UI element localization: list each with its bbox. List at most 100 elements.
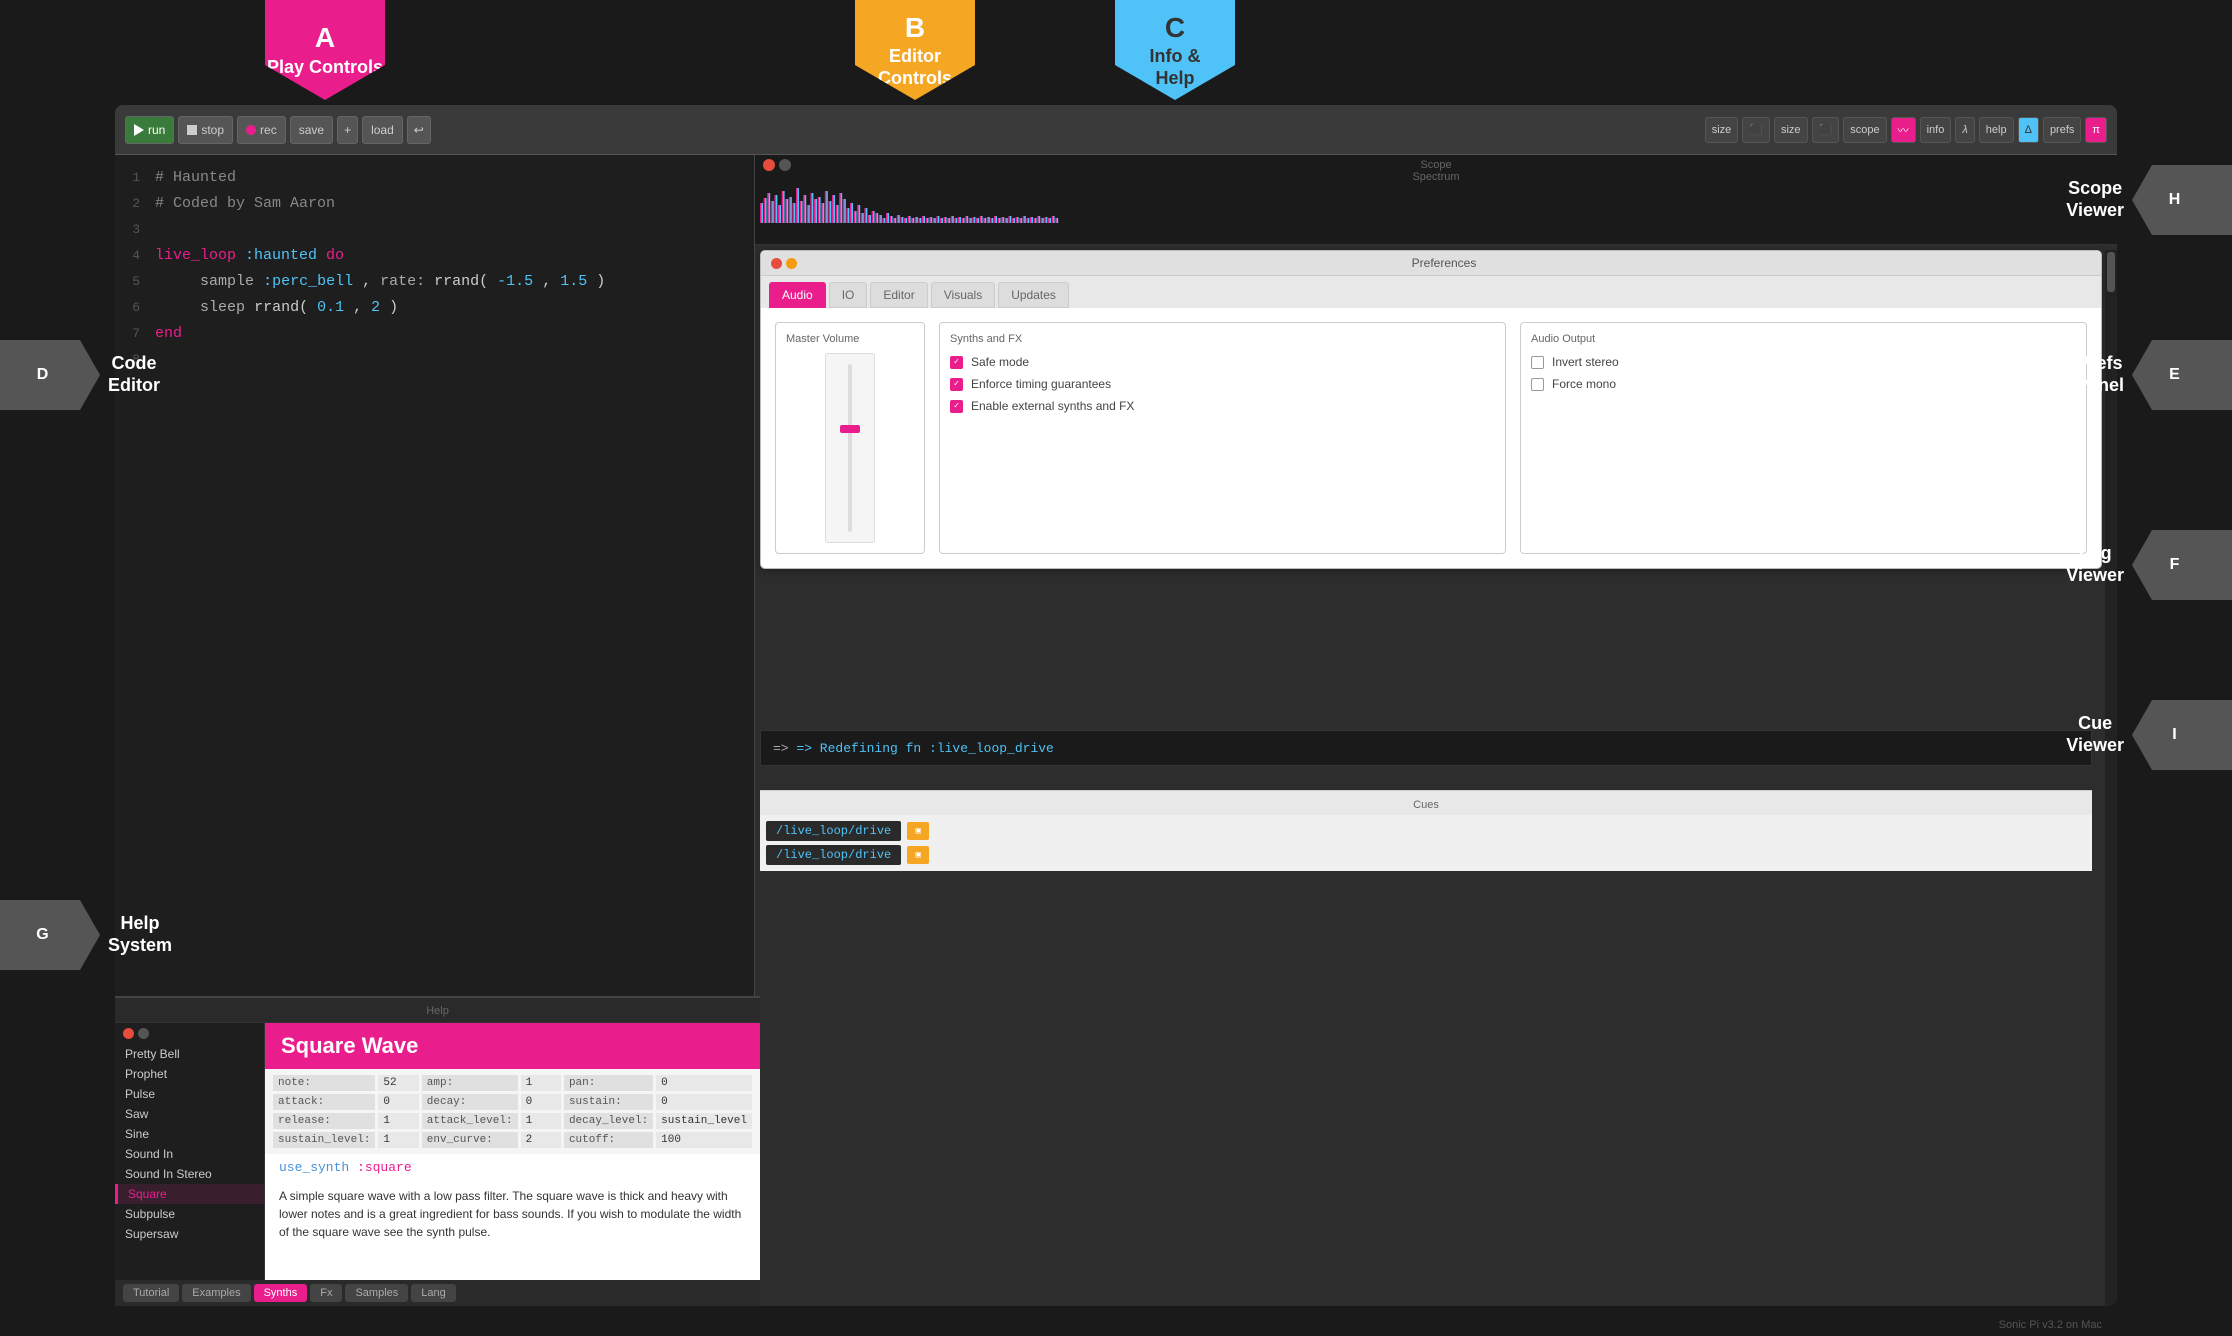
close-circle-gray[interactable] bbox=[779, 159, 791, 171]
scope-close-buttons bbox=[763, 159, 791, 171]
param-pan-val: 0 bbox=[656, 1075, 752, 1091]
prefs-tab-editor[interactable]: Editor bbox=[870, 282, 927, 308]
close-circle-red[interactable] bbox=[763, 159, 775, 171]
size-btn-left[interactable]: size bbox=[1705, 117, 1739, 143]
code-line-5: 5 sample :perc_bell , rate: rrand( -1.5 … bbox=[115, 269, 754, 295]
help-item-pulse[interactable]: Pulse bbox=[115, 1084, 264, 1104]
prefs-tab-io[interactable]: IO bbox=[829, 282, 868, 308]
safe-mode-label: Safe mode bbox=[971, 355, 1029, 369]
help-item-square[interactable]: Square bbox=[115, 1184, 264, 1204]
timing-label: Enforce timing guarantees bbox=[971, 377, 1111, 391]
help-close-gray[interactable] bbox=[138, 1028, 149, 1039]
force-mono-checkbox[interactable] bbox=[1531, 378, 1544, 391]
volume-slider[interactable] bbox=[825, 353, 875, 543]
help-item-subpulse[interactable]: Subpulse bbox=[115, 1204, 264, 1224]
param-cutoff-key: cutoff: bbox=[564, 1132, 653, 1148]
code-line-7: 7 end bbox=[115, 321, 754, 347]
scope-label: Scope bbox=[755, 155, 2117, 171]
param-amp-val: 1 bbox=[521, 1075, 561, 1091]
prefs-close-button[interactable] bbox=[771, 258, 782, 269]
external-synths-pref: ✓ Enable external synths and FX bbox=[950, 399, 1495, 413]
param-attack-key: attack: bbox=[273, 1094, 375, 1110]
rec-button[interactable]: rec bbox=[237, 116, 286, 144]
help-item-supersaw[interactable]: Supersaw bbox=[115, 1224, 264, 1244]
help-bottom-tabs: Tutorial Examples Synths Fx Samples Lang bbox=[115, 1280, 760, 1306]
info-button[interactable]: info bbox=[1920, 117, 1952, 143]
param-note-key: note: bbox=[273, 1075, 375, 1091]
info-help-arrow: C Info &Help bbox=[1115, 0, 1235, 100]
cue-icon-1: ▣ bbox=[907, 822, 929, 840]
scrollbar-thumb bbox=[2107, 252, 2115, 292]
scope-button[interactable]: scope bbox=[1843, 117, 1886, 143]
help-list-controls bbox=[115, 1023, 264, 1044]
preferences-panel: Preferences Audio IO Editor Visuals Upda… bbox=[760, 250, 2102, 569]
tab-synths[interactable]: Synths bbox=[254, 1284, 308, 1302]
help-main: Square Wave note: 52 amp: 1 pan: 0 attac… bbox=[265, 1023, 760, 1280]
volume-thumb[interactable] bbox=[840, 425, 860, 433]
help-item-prophet[interactable]: Prophet bbox=[115, 1064, 264, 1084]
scope-viewer-panel: Scope Spectrum bbox=[755, 155, 2117, 245]
param-attack-level-key: attack_level: bbox=[422, 1113, 518, 1129]
prefs-tab-updates[interactable]: Updates bbox=[998, 282, 1069, 308]
external-synths-checkbox[interactable]: ✓ bbox=[950, 400, 963, 413]
help-close-red[interactable] bbox=[123, 1028, 134, 1039]
tab-fx[interactable]: Fx bbox=[310, 1284, 342, 1302]
stop-button[interactable]: stop bbox=[178, 116, 233, 144]
cue-viewer-arrow: I CueViewer bbox=[2066, 700, 2232, 770]
help-item-saw[interactable]: Saw bbox=[115, 1104, 264, 1124]
cue-label-1: /live_loop/drive bbox=[766, 821, 901, 841]
param-release-key: release: bbox=[273, 1113, 375, 1129]
tab-samples[interactable]: Samples bbox=[345, 1284, 408, 1302]
use-synth-line: use_synth :square bbox=[265, 1154, 760, 1181]
help-item-sound-in[interactable]: Sound In bbox=[115, 1144, 264, 1164]
scope-viewer-arrow: H ScopeViewer bbox=[2066, 165, 2232, 235]
prefs-title-bar: Preferences bbox=[761, 251, 2101, 276]
tab-lang[interactable]: Lang bbox=[411, 1284, 455, 1302]
help-button[interactable]: help bbox=[1979, 117, 2014, 143]
param-env-curve-val: 2 bbox=[521, 1132, 561, 1148]
load-alt-button[interactable]: ↩ bbox=[407, 116, 431, 144]
log-viewer-arrow: F LogViewer bbox=[2066, 530, 2232, 600]
help-system-arrow: G HelpSystem bbox=[0, 900, 172, 970]
safe-mode-checkbox[interactable]: ✓ bbox=[950, 356, 963, 369]
help-item-sound-in-stereo[interactable]: Sound In Stereo bbox=[115, 1164, 264, 1184]
save-button[interactable]: save bbox=[290, 116, 333, 144]
run-button[interactable]: run bbox=[125, 116, 174, 144]
invert-stereo-checkbox[interactable] bbox=[1531, 356, 1544, 369]
prefs-tab-visuals[interactable]: Visuals bbox=[931, 282, 995, 308]
prefs-button[interactable]: prefs bbox=[2043, 117, 2081, 143]
synth-title: Square Wave bbox=[265, 1023, 760, 1069]
size-btn-right[interactable]: size bbox=[1774, 117, 1808, 143]
prefs-minimize-button[interactable] bbox=[786, 258, 797, 269]
prefs-pi-button[interactable]: π bbox=[2085, 117, 2107, 143]
external-synths-label: Enable external synths and FX bbox=[971, 399, 1134, 413]
size-icon-left[interactable]: ⬛ bbox=[1742, 117, 1770, 143]
invert-stereo-pref: Invert stereo bbox=[1531, 355, 2076, 369]
size-icon-right[interactable]: ⬛ bbox=[1812, 117, 1840, 143]
code-line-8: 8 bbox=[115, 347, 754, 373]
help-item-sine[interactable]: Sine bbox=[115, 1124, 264, 1144]
param-decay-val: 0 bbox=[521, 1094, 561, 1110]
lambda-button[interactable]: λ bbox=[1955, 117, 1974, 143]
param-sustain-level-val: 1 bbox=[378, 1132, 418, 1148]
tab-examples[interactable]: Examples bbox=[182, 1284, 250, 1302]
prefs-content: Master Volume Synths and FX ✓ bbox=[761, 308, 2101, 568]
cue-item-1: /live_loop/drive ▣ bbox=[766, 821, 2086, 841]
load-button[interactable]: load bbox=[362, 116, 403, 144]
param-decay-level-key: decay_level: bbox=[564, 1113, 653, 1129]
help-item-pretty-bell[interactable]: Pretty Bell bbox=[115, 1044, 264, 1064]
timing-checkbox[interactable]: ✓ bbox=[950, 378, 963, 391]
stop-icon bbox=[187, 125, 197, 135]
force-mono-label: Force mono bbox=[1552, 377, 1616, 391]
add-button[interactable]: + bbox=[337, 116, 358, 144]
version-label: Sonic Pi v3.2 on Mac bbox=[1999, 1319, 2102, 1331]
scope-wave-button[interactable]: 〰 bbox=[1891, 117, 1916, 143]
tab-tutorial[interactable]: Tutorial bbox=[123, 1284, 179, 1302]
prefs-tab-audio[interactable]: Audio bbox=[769, 282, 826, 308]
help-delta-button[interactable]: Δ bbox=[2018, 117, 2039, 143]
code-line-2: 2 # Coded by Sam Aaron bbox=[115, 191, 754, 217]
param-note-val: 52 bbox=[378, 1075, 418, 1091]
help-title-bar: Help bbox=[115, 998, 760, 1023]
prefs-panel-arrow: E PrefsPanel bbox=[2076, 340, 2232, 410]
spectrum-label: Spectrum bbox=[755, 171, 2117, 183]
